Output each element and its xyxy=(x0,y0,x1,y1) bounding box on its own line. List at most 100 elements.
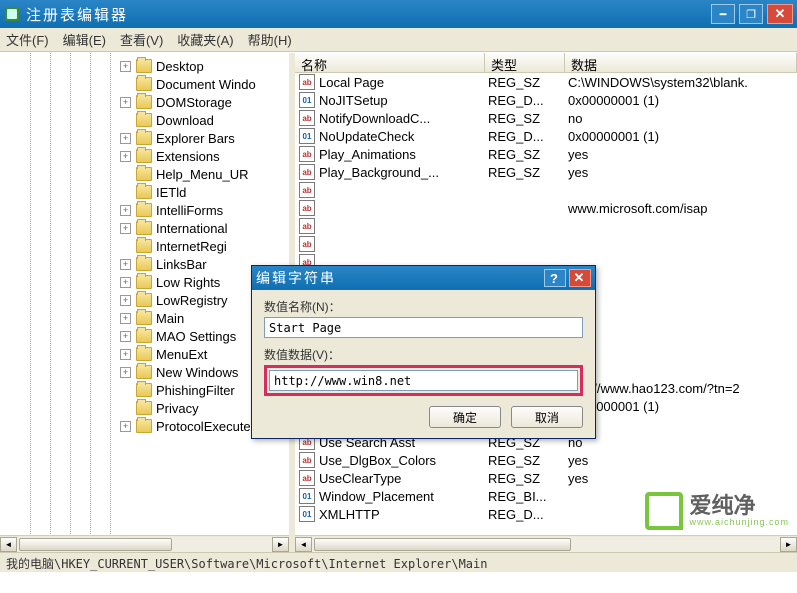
expand-icon[interactable]: + xyxy=(120,97,131,108)
list-hscroll[interactable]: ◄ ► xyxy=(295,535,797,552)
row-data: 0x00000001 (1) xyxy=(568,129,797,144)
expand-icon[interactable]: + xyxy=(120,133,131,144)
expand-icon[interactable]: + xyxy=(120,421,131,432)
list-row[interactable]: ab xyxy=(295,217,797,235)
tree-item[interactable]: +Explorer Bars xyxy=(0,129,289,147)
expand-icon[interactable]: + xyxy=(120,205,131,216)
scroll-right-icon[interactable]: ► xyxy=(780,537,797,552)
tree-item[interactable]: +Extensions xyxy=(0,147,289,165)
expand-icon[interactable]: + xyxy=(120,295,131,306)
help-button[interactable]: ? xyxy=(544,269,566,287)
close-button[interactable]: ✕ xyxy=(767,4,793,24)
expand-icon[interactable]: + xyxy=(120,61,131,72)
expand-icon[interactable]: + xyxy=(120,313,131,324)
expand-icon[interactable]: + xyxy=(120,223,131,234)
tree-item[interactable]: +Desktop xyxy=(0,57,289,75)
dialog-title-bar[interactable]: 编辑字符串 ? ✕ xyxy=(252,266,595,290)
tree-label: Main xyxy=(156,311,184,326)
list-row[interactable]: ab xyxy=(295,181,797,199)
expand-icon[interactable]: + xyxy=(120,277,131,288)
tree-item[interactable]: Document Windo xyxy=(0,75,289,93)
minimize-button[interactable]: ━ xyxy=(711,4,735,24)
folder-icon xyxy=(136,329,152,343)
expand-icon[interactable]: + xyxy=(120,259,131,270)
tree-label: New Windows xyxy=(156,365,238,380)
tree-item[interactable]: Download xyxy=(0,111,289,129)
tree-item[interactable]: IETld xyxy=(0,183,289,201)
row-name: NoUpdateCheck xyxy=(319,129,488,144)
folder-icon xyxy=(136,185,152,199)
list-row[interactable]: ab xyxy=(295,235,797,253)
string-value-icon: ab xyxy=(298,452,316,468)
col-name[interactable]: 名称 xyxy=(295,53,485,72)
list-row[interactable]: abUseClearTypeREG_SZyes xyxy=(295,469,797,487)
menu-favorites[interactable]: 收藏夹(A) xyxy=(177,30,233,49)
tree-item[interactable]: +LowRegistry xyxy=(0,291,289,309)
menu-file[interactable]: 文件(F) xyxy=(6,30,49,49)
tree-item[interactable]: Help_Menu_UR xyxy=(0,165,289,183)
menu-edit[interactable]: 编辑(E) xyxy=(63,30,106,49)
tree-item[interactable]: InternetRegi xyxy=(0,237,289,255)
row-data: C:\WINDOWS\system32\blank. xyxy=(568,75,797,90)
tree-item[interactable]: +MenuExt xyxy=(0,345,289,363)
list-row[interactable]: abPlay_Background_...REG_SZyes xyxy=(295,163,797,181)
tree-item[interactable]: + MAO Settings xyxy=(0,327,289,345)
cancel-button[interactable]: 取消 xyxy=(511,406,583,428)
row-data: 0x00000001 (1) xyxy=(568,399,797,414)
tree-item[interactable]: + Main xyxy=(0,309,289,327)
tree-item[interactable]: PhishingFilter xyxy=(0,381,289,399)
tree-label: Document Windo xyxy=(156,77,256,92)
row-data: no xyxy=(568,111,797,126)
expand-icon[interactable]: + xyxy=(120,331,131,342)
row-type: REG_BI... xyxy=(488,489,568,504)
tree-item[interactable]: +Low Rights xyxy=(0,273,289,291)
folder-icon xyxy=(136,365,152,379)
tree-item[interactable]: +DOMStorage xyxy=(0,93,289,111)
row-type: REG_D... xyxy=(488,93,568,108)
tree-label: MAO Settings xyxy=(156,329,236,344)
tree-label: Help_Menu_UR xyxy=(156,167,249,182)
list-row[interactable]: 01NoUpdateCheckREG_D...0x00000001 (1) xyxy=(295,127,797,145)
maximize-button[interactable]: ❐ xyxy=(739,4,763,24)
tree-hscroll[interactable]: ◄ ► xyxy=(0,535,289,552)
dialog-close-button[interactable]: ✕ xyxy=(569,269,591,287)
scroll-left-icon[interactable]: ◄ xyxy=(295,537,312,552)
row-name: NotifyDownloadC... xyxy=(319,111,488,126)
tree-item[interactable]: + New Windows xyxy=(0,363,289,381)
expand-icon[interactable]: + xyxy=(120,151,131,162)
tree-item[interactable]: Privacy xyxy=(0,399,289,417)
expand-icon[interactable]: + xyxy=(120,367,131,378)
tree-item[interactable]: +LinksBar xyxy=(0,255,289,273)
menu-view[interactable]: 查看(V) xyxy=(120,30,163,49)
list-row[interactable]: abUse_DlgBox_ColorsREG_SZyes xyxy=(295,451,797,469)
row-data: www.microsoft.com/isap xyxy=(568,201,797,216)
list-row[interactable]: abwww.microsoft.com/isap xyxy=(295,199,797,217)
row-data: yes xyxy=(568,165,797,180)
row-type: REG_D... xyxy=(488,129,568,144)
title-bar: 注册表编辑器 ━ ❐ ✕ xyxy=(0,0,797,28)
list-row[interactable]: 01NoJITSetupREG_D...0x00000001 (1) xyxy=(295,91,797,109)
list-row[interactable]: abLocal PageREG_SZC:\WINDOWS\system32\bl… xyxy=(295,73,797,91)
tree-item[interactable]: +International xyxy=(0,219,289,237)
col-data[interactable]: 数据 xyxy=(565,53,797,72)
ok-button[interactable]: 确定 xyxy=(429,406,501,428)
scroll-right-icon[interactable]: ► xyxy=(272,537,289,552)
binary-value-icon: 01 xyxy=(298,92,316,108)
list-row[interactable]: abNotifyDownloadC...REG_SZno xyxy=(295,109,797,127)
scroll-left-icon[interactable]: ◄ xyxy=(0,537,17,552)
tree-item[interactable]: + IntelliForms xyxy=(0,201,289,219)
list-row[interactable]: abPlay_AnimationsREG_SZyes xyxy=(295,145,797,163)
col-type[interactable]: 类型 xyxy=(485,53,565,72)
binary-value-icon: 01 xyxy=(298,128,316,144)
expand-icon[interactable]: + xyxy=(120,349,131,360)
watermark-logo-icon xyxy=(645,492,683,530)
tree-item[interactable]: +ProtocolExecute xyxy=(0,417,289,435)
menu-help[interactable]: 帮助(H) xyxy=(248,30,292,49)
value-data-field[interactable] xyxy=(269,370,578,391)
tree-label: IntelliForms xyxy=(156,203,223,218)
string-value-icon: ab xyxy=(298,110,316,126)
string-value-icon: ab xyxy=(298,236,316,252)
no-expand xyxy=(120,403,131,414)
folder-icon xyxy=(136,95,152,109)
no-expand xyxy=(120,115,131,126)
